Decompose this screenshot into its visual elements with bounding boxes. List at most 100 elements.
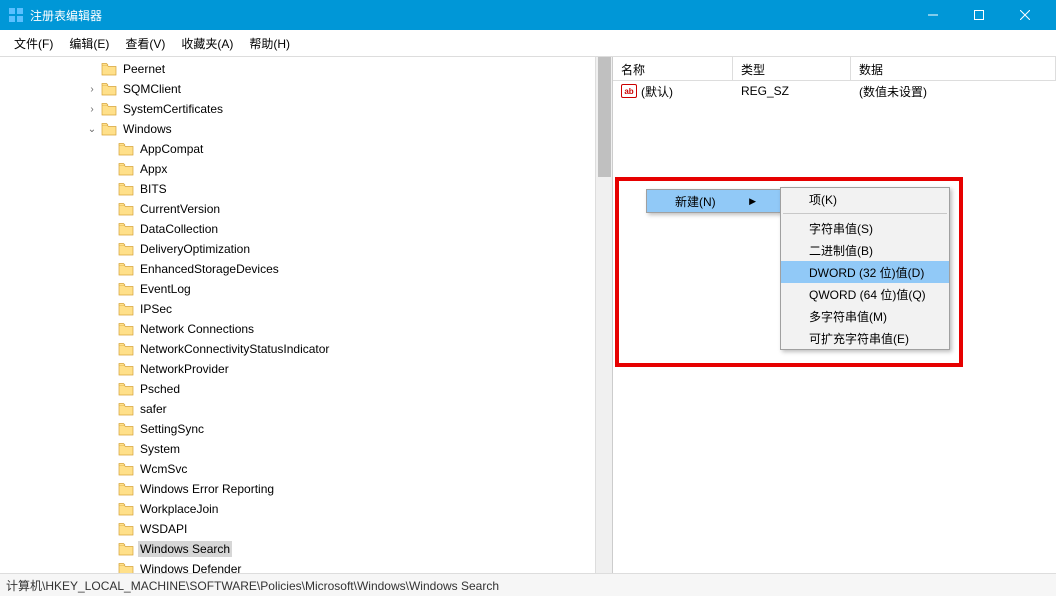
col-name[interactable]: 名称 [613,57,733,80]
ctx-new-qword[interactable]: QWORD (64 位)值(Q) [781,283,949,305]
tree-item-label: WcmSvc [138,461,189,477]
tree-item[interactable]: ›SystemCertificates [0,99,612,119]
ctx-new-dword[interactable]: DWORD (32 位)值(D) [781,261,949,283]
folder-icon [118,422,134,436]
tree-item-label: safer [138,401,169,417]
ctx-new-string[interactable]: 字符串值(S) [781,217,949,239]
tree-item[interactable]: › SQMClient [0,79,612,99]
tree-item[interactable]: SettingSync [0,419,612,439]
ctx-new-label: 新建(N) [675,193,716,210]
tree-item[interactable]: Windows Error Reporting [0,479,612,499]
tree-item[interactable]: Psched [0,379,612,399]
ctx-new-multi[interactable]: 多字符串值(M) [781,305,949,327]
tree-panel: Peernet › SQMClient ›SystemCertificates ⌄ Win… [0,57,613,573]
tree-item-label: Psched [138,381,182,397]
tree-item[interactable]: NetworkProvider [0,359,612,379]
regsz-icon: ab [621,84,637,98]
menu-help[interactable]: 帮助(H) [241,31,298,56]
value-data: (数值未设置) [851,83,1056,100]
ctx-new-binary[interactable]: 二进制值(B) [781,239,949,261]
tree-item-label: SettingSync [138,421,206,437]
scroll-thumb[interactable] [598,57,611,177]
tree-item[interactable]: System [0,439,612,459]
tree-item[interactable]: safer [0,399,612,419]
tree-item-label: Windows [121,121,174,137]
ctx-new-expand[interactable]: 可扩充字符串值(E) [781,327,949,349]
app-icon [8,7,24,23]
tree-item[interactable]: DeliveryOptimization [0,239,612,259]
tree-item-label: Network Connections [138,321,256,337]
folder-icon [118,282,134,296]
folder-icon [118,522,134,536]
menu-view[interactable]: 查看(V) [117,31,173,56]
tree-item-label: Windows Defender [138,561,243,573]
registry-tree[interactable]: Peernet › SQMClient ›SystemCertificates ⌄ Win… [0,57,612,573]
tree-item-label: BITS [138,181,169,197]
folder-icon [118,302,134,316]
tree-item-label: EventLog [138,281,193,297]
folder-icon [118,202,134,216]
maximize-button[interactable] [956,0,1002,30]
tree-item[interactable]: CurrentVersion [0,199,612,219]
tree-item[interactable]: WcmSvc [0,459,612,479]
tree-item-label: EnhancedStorageDevices [138,261,281,277]
tree-item[interactable]: EventLog [0,279,612,299]
folder-icon [118,562,134,573]
expander-icon[interactable]: ⌄ [85,124,99,135]
tree-item-label: CurrentVersion [138,201,222,217]
submenu-arrow-icon: ▶ [729,196,756,207]
folder-icon [101,102,117,116]
tree-item-label: WSDAPI [138,521,189,537]
value-name: (默认) [641,83,673,100]
tree-item[interactable]: IPSec [0,299,612,319]
tree-item-label: SQMClient [121,81,183,97]
tree-item[interactable]: Windows Defender [0,559,612,573]
tree-item[interactable]: Windows Search [0,539,612,559]
tree-item-label: Peernet [121,61,167,77]
menu-edit[interactable]: 编辑(E) [61,31,117,56]
tree-item-label: NetworkConnectivityStatusIndicator [138,341,331,357]
tree-item[interactable]: NetworkConnectivityStatusIndicator [0,339,612,359]
expander-icon[interactable]: › [85,104,99,115]
tree-item[interactable]: WorkplaceJoin [0,499,612,519]
ctx-separator [783,213,947,214]
col-type[interactable]: 类型 [733,57,851,80]
tree-item[interactable]: Peernet [0,59,612,79]
folder-icon [101,62,117,76]
tree-item-label: System [138,441,182,457]
status-bar: 计算机\HKEY_LOCAL_MACHINE\SOFTWARE\Policies… [0,573,1056,596]
folder-icon [118,442,134,456]
context-menu-main[interactable]: 新建(N) ▶ [646,189,781,213]
tree-item[interactable]: WSDAPI [0,519,612,539]
context-menu-new-sub[interactable]: 项(K) 字符串值(S) 二进制值(B) DWORD (32 位)值(D) QW… [780,187,950,350]
menu-file[interactable]: 文件(F) [6,31,61,56]
folder-icon [118,162,134,176]
tree-item[interactable]: DataCollection [0,219,612,239]
expander-icon[interactable]: › [85,84,99,95]
tree-item-label: AppCompat [138,141,205,157]
menu-bar: 文件(F) 编辑(E) 查看(V) 收藏夹(A) 帮助(H) [0,30,1056,57]
tree-item[interactable]: BITS [0,179,612,199]
menu-favorites[interactable]: 收藏夹(A) [173,31,241,56]
folder-icon [118,322,134,336]
folder-icon [118,342,134,356]
tree-item-label: DataCollection [138,221,220,237]
tree-item-label: Windows Error Reporting [138,481,276,497]
tree-item[interactable]: AppCompat [0,139,612,159]
list-row[interactable]: ab (默认) REG_SZ (数值未设置) [613,81,1056,101]
tree-scrollbar[interactable] [595,57,612,573]
ctx-new-key[interactable]: 项(K) [781,188,949,210]
tree-item[interactable]: EnhancedStorageDevices [0,259,612,279]
folder-icon [118,362,134,376]
col-data[interactable]: 数据 [851,57,1056,80]
folder-icon [118,182,134,196]
close-button[interactable] [1002,0,1048,30]
tree-item[interactable]: Network Connections [0,319,612,339]
tree-item[interactable]: ⌄ Windows [0,119,612,139]
ctx-new[interactable]: 新建(N) ▶ [647,190,780,212]
minimize-button[interactable] [910,0,956,30]
tree-item-label: WorkplaceJoin [138,501,220,517]
tree-item-label: IPSec [138,301,174,317]
tree-item[interactable]: Appx [0,159,612,179]
folder-icon [118,382,134,396]
